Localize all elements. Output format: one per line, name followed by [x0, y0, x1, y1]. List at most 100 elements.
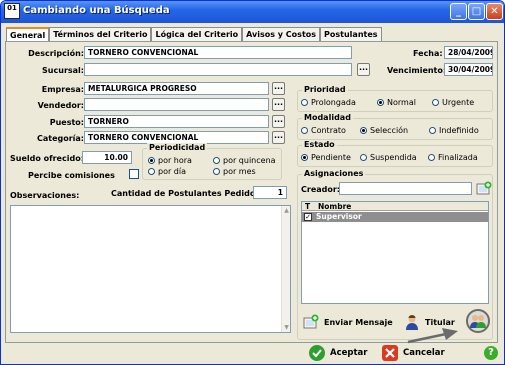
- radio-icon: [301, 127, 308, 134]
- tab-logica[interactable]: Lógica del Criterio: [151, 27, 243, 41]
- message-icon: [303, 314, 319, 330]
- app-icon: 01: [4, 3, 20, 19]
- general-panel: Descripción: TORNERO CONVENCIONAL Sucurs…: [5, 41, 498, 343]
- column-nombre: Nombre: [318, 202, 352, 211]
- modalidad-option-indefinido[interactable]: Indefinido: [429, 126, 479, 135]
- estado-group: Estado Pendiente Suspendida Finalizada: [297, 140, 493, 167]
- descripcion-field[interactable]: TORNERO CONVENCIONAL: [84, 46, 352, 59]
- prioridad-option-normal[interactable]: Normal: [377, 98, 416, 107]
- sucursal-lookup-button[interactable]: ...: [357, 63, 370, 76]
- periodicidad-title: Periodicidad: [147, 143, 208, 152]
- radio-icon: [377, 99, 384, 106]
- puesto-lookup-button[interactable]: ...: [272, 115, 285, 128]
- vendedor-label: Vendedor:: [37, 101, 84, 110]
- window-title: Cambiando una Búsqueda: [23, 5, 170, 16]
- users-group-icon: [470, 315, 486, 328]
- cancel-icon: [382, 345, 398, 361]
- callout-arrow-icon: [407, 328, 458, 344]
- periodicidad-group: Periodicidad por hora por quincena por d…: [142, 143, 282, 180]
- vendedor-field[interactable]: [84, 98, 269, 111]
- enviar-mensaje-button[interactable]: Enviar Mensaje: [303, 312, 393, 332]
- periodicidad-option-por-hora[interactable]: por hora: [148, 156, 192, 165]
- supervisor-checkbox[interactable]: ✓: [304, 213, 312, 221]
- prioridad-group: Prioridad Prolongada Normal Urgente: [297, 85, 493, 112]
- prioridad-option-prolongada[interactable]: Prolongada: [301, 98, 356, 107]
- creador-label: Creador:: [301, 185, 341, 194]
- estado-option-finalizada[interactable]: Finalizada: [428, 153, 478, 162]
- asignaciones-list[interactable]: T Nombre ✓ Supervisor: [301, 201, 489, 304]
- prioridad-title: Prioridad: [302, 85, 348, 94]
- close-button[interactable]: ✕: [486, 3, 503, 20]
- prioridad-option-urgente[interactable]: Urgente: [432, 98, 474, 107]
- radio-icon: [360, 127, 367, 134]
- modalidad-title: Modalidad: [302, 113, 353, 122]
- comisiones-checkbox[interactable]: [129, 169, 139, 179]
- comisiones-label: Percibe comisiones: [28, 171, 115, 180]
- scroll-down-icon[interactable]: ▼: [282, 323, 291, 332]
- aceptar-button[interactable]: Aceptar: [309, 343, 367, 363]
- estado-option-suspendida[interactable]: Suspendida: [360, 153, 417, 162]
- tab-postulantes[interactable]: Postulantes: [320, 27, 382, 41]
- users-group-button[interactable]: [466, 309, 490, 333]
- radio-icon: [213, 168, 220, 175]
- column-t: T: [305, 202, 311, 211]
- radio-icon: [213, 157, 220, 164]
- check-icon: [309, 345, 325, 361]
- empresa-lookup-button[interactable]: ...: [272, 82, 285, 95]
- radio-icon: [301, 154, 308, 161]
- vencimiento-field[interactable]: 30/04/2009: [444, 63, 493, 76]
- descripcion-label: Descripción:: [28, 49, 84, 58]
- puesto-label: Puesto:: [49, 118, 84, 127]
- cancelar-button[interactable]: Cancelar: [382, 343, 445, 363]
- sucursal-label: Sucursal:: [42, 66, 84, 75]
- periodicidad-option-por-mes[interactable]: por mes: [213, 167, 256, 176]
- radio-icon: [301, 99, 308, 106]
- add-creador-icon[interactable]: [476, 181, 492, 195]
- observaciones-scrollbar[interactable]: ▲ ▼: [281, 206, 290, 332]
- estado-option-pendiente[interactable]: Pendiente: [301, 153, 351, 162]
- empresa-label: Empresa:: [41, 85, 84, 94]
- radio-icon: [429, 127, 436, 134]
- periodicidad-option-por-dia[interactable]: por día: [148, 167, 186, 176]
- sucursal-field[interactable]: [84, 63, 352, 76]
- empresa-field[interactable]: METALURGICA PROGRESO: [84, 82, 269, 95]
- vencimiento-label: Vencimiento:: [387, 66, 447, 75]
- fecha-label: Fecha:: [413, 49, 443, 58]
- tab-avisos[interactable]: Avisos y Costos: [242, 27, 321, 41]
- modalidad-option-contrato[interactable]: Contrato: [301, 126, 346, 135]
- row-nombre: Supervisor: [316, 212, 362, 221]
- categoria-lookup-button[interactable]: ...: [272, 131, 285, 144]
- creador-field[interactable]: [339, 182, 472, 195]
- scroll-up-icon[interactable]: ▲: [282, 206, 291, 215]
- categoria-label: Categoría:: [36, 134, 84, 143]
- observaciones-textarea[interactable]: ▲ ▼: [10, 205, 291, 333]
- title-bar: 01 Cambiando una Búsqueda _ □ ✕: [1, 1, 504, 23]
- window: 01 Cambiando una Búsqueda _ □ ✕ General …: [0, 0, 505, 365]
- radio-icon: [428, 154, 435, 161]
- radio-icon: [148, 168, 155, 175]
- asignaciones-title: Asignaciones: [302, 169, 366, 178]
- puesto-field[interactable]: TORNERO: [84, 115, 269, 128]
- help-icon[interactable]: ?: [484, 346, 498, 360]
- asignaciones-group: Asignaciones Creador: T Nombre ✓ Supervi…: [297, 169, 493, 340]
- minimize-button[interactable]: _: [450, 3, 467, 20]
- list-item[interactable]: ✓ Supervisor: [302, 212, 488, 222]
- modalidad-option-seleccion[interactable]: Selección: [360, 126, 408, 135]
- list-header: T Nombre: [302, 202, 488, 211]
- observaciones-label: Observaciones:: [10, 191, 80, 200]
- periodicidad-option-por-quincena[interactable]: por quincena: [213, 156, 276, 165]
- radio-icon: [432, 99, 439, 106]
- tab-terminos[interactable]: Términos del Criterio: [49, 27, 152, 41]
- tab-bar: General Términos del Criterio Lógica del…: [6, 27, 382, 42]
- radio-icon: [148, 157, 155, 164]
- maximize-button[interactable]: □: [468, 3, 485, 20]
- cantidad-label: Cantidad de Postulantes Pedidos:: [111, 189, 264, 198]
- estado-title: Estado: [302, 140, 337, 149]
- vendedor-lookup-button[interactable]: ...: [272, 98, 285, 111]
- radio-icon: [360, 154, 367, 161]
- sueldo-field[interactable]: 10.00: [82, 151, 132, 164]
- cantidad-field[interactable]: 1: [253, 186, 287, 199]
- modalidad-group: Modalidad Contrato Selección Indefinido: [297, 113, 493, 140]
- fecha-field[interactable]: 28/04/2009: [444, 46, 493, 59]
- tab-general[interactable]: General: [6, 27, 50, 42]
